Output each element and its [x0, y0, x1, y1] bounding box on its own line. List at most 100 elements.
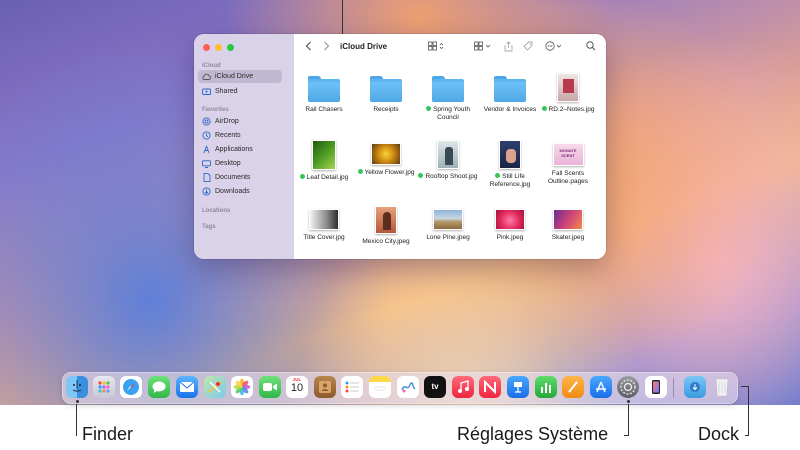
launchpad-icon[interactable]: [93, 376, 115, 398]
file-item-folder[interactable]: Rail Chasers: [291, 76, 357, 114]
reminders-icon[interactable]: [341, 376, 363, 398]
dock-callout-hook: [745, 435, 749, 436]
facetime-icon[interactable]: [259, 376, 281, 398]
search-icon[interactable]: [586, 41, 596, 55]
back-button[interactable]: [305, 41, 312, 55]
pages-icon[interactable]: [562, 376, 584, 398]
file-item-image[interactable]: Mexico City.jpeg: [353, 206, 419, 246]
folder-icon: [494, 76, 526, 102]
sidebar-item-desktop[interactable]: Desktop: [198, 157, 282, 170]
minimize-button[interactable]: [215, 44, 222, 51]
file-item-image[interactable]: Pink.jpeg: [477, 209, 543, 242]
share-icon[interactable]: [504, 41, 513, 56]
zoom-button[interactable]: [227, 44, 234, 51]
file-item-image[interactable]: Rooftop Shoot.jpg: [415, 140, 481, 181]
sidebar-item-icloud-drive[interactable]: iCloud Drive: [198, 70, 282, 83]
downloads-folder-icon[interactable]: [684, 376, 706, 398]
settings-running-indicator: [627, 400, 630, 403]
iphone-mirroring-icon[interactable]: [645, 376, 667, 398]
settings-caption: Réglages Système: [457, 424, 609, 444]
finder-caption: Finder: [82, 424, 134, 444]
settings-callout-line: [628, 404, 629, 436]
sidebar-item-label: Desktop: [215, 160, 241, 167]
sidebar-item-applications[interactable]: Applications: [198, 143, 282, 156]
music-icon[interactable]: [452, 376, 474, 398]
green-tag-dot: [541, 106, 547, 111]
keynote-icon[interactable]: [507, 376, 529, 398]
news-icon[interactable]: [479, 376, 501, 398]
image-thumbnail: [495, 209, 525, 230]
mail-icon[interactable]: [176, 376, 198, 398]
sidebar-item-recents[interactable]: Recents: [198, 129, 282, 142]
sidebar-item-label: AirDrop: [215, 118, 239, 125]
notes-icon[interactable]: [369, 376, 391, 398]
window-controls: [203, 44, 234, 51]
image-thumbnail: [437, 140, 459, 169]
green-tag-dot: [495, 173, 501, 178]
app-store-icon[interactable]: [590, 376, 612, 398]
sidebar-item-label: Downloads: [215, 188, 250, 195]
file-item-image[interactable]: Title Cover.jpg: [291, 209, 357, 242]
file-name: Title Cover.jpg: [303, 234, 345, 241]
folder-icon: [370, 76, 402, 102]
contacts-icon[interactable]: [314, 376, 336, 398]
file-item-image[interactable]: Yellow Flower.jpg: [353, 143, 419, 177]
apple-tv-icon[interactable]: tv: [424, 376, 446, 398]
image-thumbnail: [499, 140, 521, 169]
maps-icon[interactable]: [204, 376, 226, 398]
file-name-tagged: Rooftop Shoot.jpg: [415, 173, 481, 181]
calendar-icon[interactable]: JUL 10: [286, 376, 308, 398]
sidebar-section-favorites: Favorites: [202, 107, 229, 113]
finder-toolbar: iCloud Drive: [294, 34, 606, 62]
trash-icon[interactable]: [711, 376, 733, 398]
file-item-document[interactable]: MONATE SCENT Fall Scents Outline.pages: [535, 143, 601, 186]
tv-label: tv: [431, 382, 439, 391]
close-button[interactable]: [203, 44, 210, 51]
forward-button[interactable]: [323, 41, 330, 55]
freeform-icon[interactable]: [397, 376, 419, 398]
shared-folder-icon: [202, 87, 211, 96]
green-tag-dot: [426, 106, 432, 111]
sidebar-section-tags: Tags: [202, 224, 216, 230]
file-item-image[interactable]: Lone Pine.jpeg: [415, 209, 481, 242]
window-title: iCloud Drive: [340, 42, 388, 51]
file-item-folder[interactable]: Receipts: [353, 76, 419, 114]
finder-window[interactable]: iCloud iCloud Drive Shared Favorites Air…: [194, 34, 606, 259]
applications-icon: [202, 145, 211, 154]
file-item-image[interactable]: Skater.jpeg: [535, 209, 601, 242]
cloud-icon: [202, 72, 211, 81]
numbers-icon[interactable]: [535, 376, 557, 398]
sidebar-item-label: Documents: [215, 174, 251, 181]
sidebar-item-airdrop[interactable]: AirDrop: [198, 115, 282, 128]
more-actions-button[interactable]: [545, 41, 563, 55]
settings-callout-hook: [624, 435, 629, 436]
photos-icon[interactable]: [231, 376, 253, 398]
download-icon: [202, 187, 211, 196]
sidebar-item-downloads[interactable]: Downloads: [198, 185, 282, 198]
file-item-image[interactable]: Still Life Reference.jpg: [477, 140, 543, 189]
finder-content: iCloud Drive Rail Chasers Receipts Sprin…: [294, 34, 606, 259]
finder-dock-icon[interactable]: [66, 376, 88, 398]
group-by-button[interactable]: [474, 41, 492, 55]
dock-caption: Dock: [698, 424, 740, 444]
system-settings-icon[interactable]: [617, 376, 639, 398]
file-item-image[interactable]: Leaf Detail.jpg: [291, 140, 357, 182]
finder-sidebar: iCloud iCloud Drive Shared Favorites Air…: [194, 34, 294, 259]
image-thumbnail: [309, 209, 339, 230]
sidebar-item-shared[interactable]: Shared: [198, 85, 282, 98]
view-mode-button[interactable]: [428, 41, 446, 55]
safari-icon[interactable]: [120, 376, 142, 398]
messages-icon[interactable]: [148, 376, 170, 398]
file-item-folder[interactable]: Vendor & Invoices: [477, 76, 543, 114]
green-tag-dot: [357, 169, 363, 174]
sidebar-section-icloud: iCloud: [202, 63, 221, 69]
airdrop-icon: [202, 117, 211, 126]
tag-icon[interactable]: [523, 41, 533, 55]
file-name: Lone Pine.jpeg: [426, 234, 470, 241]
image-thumbnail: [312, 140, 336, 170]
sidebar-section-locations: Locations: [202, 208, 231, 214]
sidebar-item-documents[interactable]: Documents: [198, 171, 282, 184]
image-thumbnail: [557, 73, 579, 102]
file-item-image[interactable]: RD.2–Notes.jpg: [535, 73, 601, 114]
file-item-folder[interactable]: Spring Youth Council: [415, 76, 481, 122]
